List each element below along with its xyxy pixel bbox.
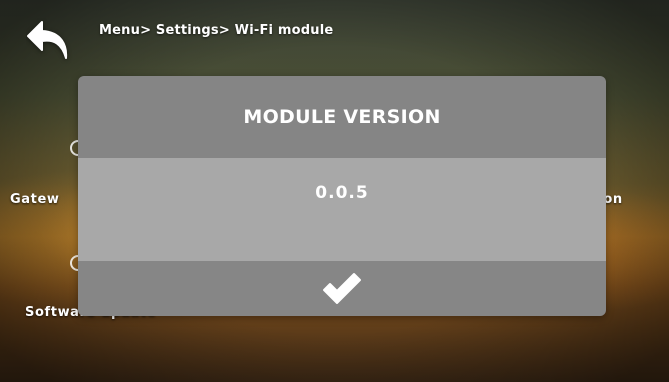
back-button[interactable]: [26, 18, 78, 64]
checkmark-icon: [323, 272, 361, 304]
module-version-dialog: MODULE VERSION 0.0.5: [78, 76, 606, 316]
back-arrow-icon: [27, 21, 68, 59]
menu-item-gateway[interactable]: Gatew: [10, 192, 59, 207]
confirm-button[interactable]: [78, 261, 606, 316]
module-version-value: 0.0.5: [315, 183, 369, 203]
dialog-header: MODULE VERSION: [78, 76, 606, 158]
dialog-body: 0.0.5: [78, 158, 606, 261]
breadcrumb: Menu> Settings> Wi-Fi module: [99, 23, 334, 38]
dialog-title: MODULE VERSION: [243, 106, 441, 128]
